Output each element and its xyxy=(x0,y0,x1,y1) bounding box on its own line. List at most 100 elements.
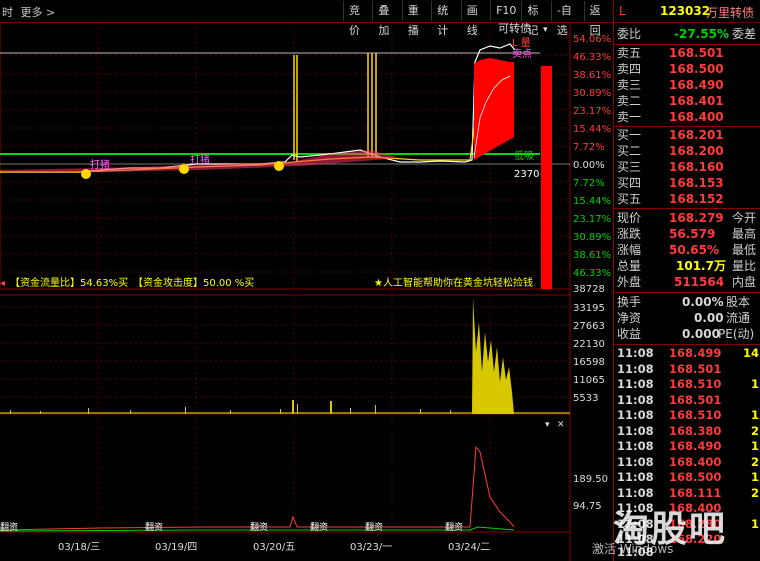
level-tag: L xyxy=(619,4,626,18)
tick-row[interactable]: 11:08 168.111 2 xyxy=(617,486,760,502)
ask-row[interactable]: 卖四 168.500 xyxy=(614,61,760,77)
extra-label-2: PE(动) xyxy=(718,327,755,341)
lower-label: 翻资 xyxy=(145,522,163,533)
extra-value: 0.00 xyxy=(694,311,724,325)
ask-row[interactable]: 卖一 168.400 xyxy=(614,109,760,125)
bid-row[interactable]: 买二 168.200 xyxy=(614,143,760,159)
stat-label-2: 今开 xyxy=(732,211,757,225)
bid-row[interactable]: 买五 168.152 xyxy=(614,191,760,207)
tick-time: 11:08 xyxy=(617,346,654,360)
tick-time: 11:08 xyxy=(617,392,654,407)
stat-label-2: 内盘 xyxy=(732,275,757,289)
extra-row: 收益 0.000 PE(动) xyxy=(614,326,760,342)
ad-text[interactable]: ★人工智能帮助你在黄金坑轻松捡钱 xyxy=(374,276,533,289)
tick-row[interactable]: 11:08 168.510 1 xyxy=(617,377,760,393)
stat-row: 总量 101.7万 量比 xyxy=(614,258,760,274)
security-code: 123032 xyxy=(660,4,711,18)
tick-row[interactable]: 11:08 168.380 2 xyxy=(617,424,760,440)
stat-label-2: 最高 xyxy=(732,227,757,241)
tick-price: 168.501 xyxy=(669,361,722,376)
period-label[interactable]: 时 xyxy=(2,6,13,19)
mark-button[interactable]: 标记 xyxy=(521,1,550,37)
axis-label: 38.61% xyxy=(573,250,611,261)
overlay-button[interactable]: 叠加 xyxy=(372,1,401,37)
price-line xyxy=(0,43,516,173)
tick-row[interactable]: 11:08 168.400 2 xyxy=(617,455,760,471)
replay-button[interactable]: 重播 xyxy=(401,1,431,37)
tick-price: 168.490 xyxy=(669,439,722,453)
pane-collapse-icon[interactable]: ▾ xyxy=(543,25,548,35)
stat-label: 总量 xyxy=(617,259,642,273)
flow-text: 【资金流量比】54.63%买 xyxy=(10,276,128,289)
bid-label: 买三 xyxy=(617,160,642,174)
bid-row[interactable]: 买四 168.153 xyxy=(614,175,760,191)
tick-row[interactable]: 11:08 168.501 xyxy=(617,362,760,378)
bid-label: 买二 xyxy=(617,144,642,158)
axis-label: 30.89% xyxy=(573,88,611,99)
tick-row[interactable]: 11:08 168.510 1 xyxy=(617,408,760,424)
tick-row[interactable]: 11:08 168.499 14 xyxy=(617,346,760,362)
axis-label: 27663 xyxy=(573,321,605,332)
axis-label: 11065 xyxy=(573,375,605,386)
lower-pane-collapse-icon[interactable]: ▾ xyxy=(545,420,550,430)
ask-label: 卖三 xyxy=(617,78,642,92)
ask-label: 卖四 xyxy=(617,62,642,76)
tick-time: 11:08 xyxy=(617,377,654,391)
f10-button[interactable]: F10 xyxy=(490,1,521,21)
tick-price: 168.510 xyxy=(669,408,722,422)
volume-baseline xyxy=(0,412,570,414)
bid-row[interactable]: 买三 168.160 xyxy=(614,159,760,175)
low-value: 2370 xyxy=(514,169,539,180)
lower-pane-close-icon[interactable]: ✕ xyxy=(557,420,565,430)
stat-label-2: 量比 xyxy=(732,259,757,273)
axis-label: 7.72% xyxy=(573,142,605,153)
axis-label: 23.17% xyxy=(573,214,611,225)
tick-row[interactable]: 11:08 168.500 1 xyxy=(617,470,760,486)
tick-price: 168.111 xyxy=(669,485,722,500)
buy-marker[interactable] xyxy=(274,161,284,171)
sell-label: 卖点 xyxy=(512,48,532,60)
sell-zone xyxy=(474,58,514,160)
bid-row[interactable]: 买一 168.201 xyxy=(614,127,760,143)
back-button[interactable]: 返回 xyxy=(583,1,613,37)
stats-button[interactable]: 统计 xyxy=(431,1,460,37)
stat-label: 外盘 xyxy=(617,275,642,289)
axis-label: 54.06% xyxy=(573,34,611,45)
tick-time: 11:08 xyxy=(617,361,654,376)
tick-row[interactable]: 11:08 168.501 xyxy=(617,393,760,409)
stat-label: 涨幅 xyxy=(617,243,642,257)
tick-volume: 1 xyxy=(750,439,759,453)
auction-button[interactable]: 竞价 xyxy=(343,1,372,37)
remove-watchlist-button[interactable]: -自选 xyxy=(550,1,584,37)
buy-marker[interactable] xyxy=(179,164,189,174)
tick-volume: 2 xyxy=(750,485,759,500)
price-axis: 54.06% 46.33% 38.61% 30.89% 23.17% 15.44… xyxy=(573,34,611,279)
extra-row: 净资 0.00 流通 xyxy=(614,310,760,326)
ask-row[interactable]: 卖二 168.401 xyxy=(614,93,760,109)
tick-price: 168.501 xyxy=(669,392,722,407)
ask-row[interactable]: 卖三 168.490 xyxy=(614,77,760,93)
lower-label: 翻资 xyxy=(250,522,268,533)
ask-row[interactable]: 卖五 168.501 xyxy=(614,45,760,61)
draw-line-button[interactable]: 画线 xyxy=(460,1,490,37)
stat-row: 涨跌 56.579 最高 xyxy=(614,226,760,242)
extra-label: 收益 xyxy=(617,327,642,341)
ask-label: 卖一 xyxy=(617,110,642,124)
tick-row[interactable]: 11:08 168.490 1 xyxy=(617,439,760,455)
tick-volume: 2 xyxy=(750,423,759,438)
tick-volume: 1 xyxy=(750,470,759,484)
stat-value: 511564 xyxy=(674,275,725,289)
axis-label: 5533 xyxy=(573,393,598,404)
date-axis: 03/18/三 03/19/四 03/20/五 03/23/一 03/24/二 xyxy=(58,542,490,553)
lower-label: 翻资 xyxy=(445,522,463,533)
intraday-chart[interactable]: 打猪 打猪 可转债 ▾ 卖点 L 量 低吸 2370 54.06% 46.33%… xyxy=(0,22,613,561)
chart-toolbar: 时 更多 > 竞价 叠加 重播 统计 画线 F10 标记 -自选 返回 xyxy=(0,0,613,37)
lower-label: 翻资 xyxy=(310,522,328,533)
stat-label-2: 最低 xyxy=(732,243,757,257)
ask-label: 卖二 xyxy=(617,94,642,108)
date-label: 03/18/三 xyxy=(58,542,100,553)
ask-price: 168.401 xyxy=(669,94,724,108)
more-menu[interactable]: 更多 > xyxy=(21,6,56,19)
extra-label-2: 流通 xyxy=(726,311,751,325)
weibi-row: 委比 -27.55% 委差 xyxy=(614,26,760,42)
